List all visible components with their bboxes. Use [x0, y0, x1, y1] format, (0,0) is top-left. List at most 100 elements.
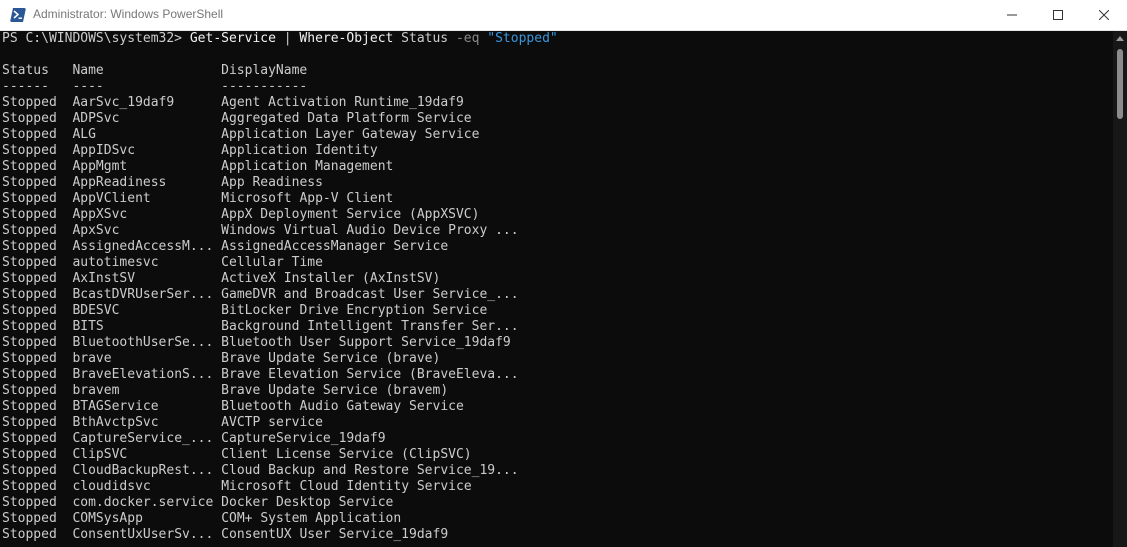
service-row: Stopped BcastDVRUserSer... GameDVR and B… [2, 287, 519, 303]
service-name: ADPSvc [72, 111, 120, 126]
service-name: AarSvc_19daf9 [72, 95, 175, 110]
maximize-button[interactable] [1035, 0, 1081, 30]
service-status: Stopped [2, 287, 57, 302]
service-display-name: Cellular Time [221, 255, 323, 270]
service-status: Stopped [2, 479, 57, 494]
service-display-name: Brave Elevation Service (BraveEleva... [221, 367, 519, 382]
service-display-name: Microsoft Cloud Identity Service [221, 479, 472, 494]
scroll-up-arrow-icon[interactable] [1116, 36, 1124, 41]
service-name: autotimesvc [72, 255, 159, 270]
service-name: AppXSvc [72, 207, 128, 222]
service-name: ApxSvc [72, 223, 120, 238]
service-display-name: Cloud Backup and Restore Service_19... [221, 463, 519, 478]
window-title: Administrator: Windows PowerShell [33, 7, 224, 21]
service-name: COMSysApp [72, 511, 143, 526]
service-name: AppIDSvc [72, 143, 136, 158]
service-name: ConsentUxUserSv... [72, 527, 214, 542]
table-separator: ------ ---- ----------- [2, 79, 308, 94]
service-name: cloudidsvc [72, 479, 151, 494]
minimize-button[interactable] [989, 0, 1035, 30]
service-name: BDESVC [72, 303, 120, 318]
service-status: Stopped [2, 319, 57, 334]
service-name: brave [72, 351, 112, 366]
console-output[interactable]: PS C:\WINDOWS\system32> Get-Service | Wh… [0, 31, 1113, 547]
service-row: Stopped ApxSvc Windows Virtual Audio Dev… [2, 223, 519, 239]
service-status: Stopped [2, 463, 57, 478]
service-status: Stopped [2, 191, 57, 206]
service-name: BcastDVRUserSer... [72, 287, 214, 302]
service-display-name: Brave Update Service (brave) [221, 351, 441, 366]
service-row: Stopped CaptureService_... CaptureServic… [2, 431, 386, 447]
service-status: Stopped [2, 399, 57, 414]
table-header: Status Name DisplayName [2, 63, 308, 78]
service-name: AxInstSV [72, 271, 136, 286]
string-value: "Stopped" [479, 31, 558, 46]
service-status: Stopped [2, 271, 57, 286]
service-status: Stopped [2, 351, 57, 366]
service-row: Stopped brave Brave Update Service (brav… [2, 351, 440, 367]
service-row: Stopped BraveElevationS... Brave Elevati… [2, 367, 519, 383]
service-display-name: Application Identity [221, 143, 378, 158]
command-prompt-line: PS C:\WINDOWS\system32> Get-Service | Wh… [2, 31, 558, 47]
title-bar[interactable]: Administrator: Windows PowerShell [0, 0, 1127, 31]
service-name: BTAGService [72, 399, 159, 414]
service-name: CaptureService_... [72, 431, 214, 446]
service-display-name: CaptureService_19daf9 [221, 431, 386, 446]
service-row: Stopped cloudidsvc Microsoft Cloud Ident… [2, 479, 472, 495]
service-display-name: Brave Update Service (bravem) [221, 383, 449, 398]
service-row: Stopped AssignedAccessM... AssignedAcces… [2, 239, 448, 255]
close-button[interactable] [1081, 0, 1127, 30]
service-status: Stopped [2, 303, 57, 318]
service-row: Stopped com.docker.service Docker Deskto… [2, 495, 393, 511]
service-display-name: Application Layer Gateway Service [221, 127, 480, 142]
service-display-name: Bluetooth User Support Service_19daf9 [221, 335, 511, 350]
service-display-name: AppX Deployment Service (AppXSVC) [221, 207, 480, 222]
service-row: Stopped ALG Application Layer Gateway Se… [2, 127, 479, 143]
service-display-name: Application Management [221, 159, 394, 174]
service-name: AssignedAccessM... [72, 239, 214, 254]
comparison-operator: -eq [455, 31, 480, 46]
service-row: Stopped BthAvctpSvc AVCTP service [2, 415, 323, 431]
service-row: Stopped AppVClient Microsoft App-V Clien… [2, 191, 393, 207]
vertical-scrollbar[interactable] [1113, 31, 1127, 547]
service-row: Stopped BluetoothUserSe... Bluetooth Use… [2, 335, 511, 351]
service-status: Stopped [2, 447, 57, 462]
service-row: Stopped AppReadiness App Readiness [2, 175, 323, 191]
service-display-name: Docker Desktop Service [221, 495, 394, 510]
service-row: Stopped AxInstSV ActiveX Installer (AxIn… [2, 271, 440, 287]
service-status: Stopped [2, 415, 57, 430]
service-name: BITS [72, 319, 104, 334]
service-row: Stopped AppXSvc AppX Deployment Service … [2, 207, 479, 223]
service-name: AppReadiness [72, 175, 167, 190]
close-icon [1099, 10, 1109, 20]
cmdlet-name: Get-Service [189, 31, 276, 46]
service-status: Stopped [2, 335, 57, 350]
service-status: Stopped [2, 383, 57, 398]
service-row: Stopped BDESVC BitLocker Drive Encryptio… [2, 303, 487, 319]
service-name: BluetoothUserSe... [72, 335, 214, 350]
service-status: Stopped [2, 159, 57, 174]
prompt-path: PS C:\WINDOWS\system32> [2, 31, 190, 46]
service-display-name: COM+ System Application [221, 511, 402, 526]
service-row: Stopped AppIDSvc Application Identity [2, 143, 378, 159]
service-row: Stopped bravem Brave Update Service (bra… [2, 383, 448, 399]
service-display-name: Microsoft App-V Client [221, 191, 394, 206]
powershell-icon [10, 8, 26, 22]
service-status: Stopped [2, 95, 57, 110]
service-row: Stopped CloudBackupRest... Cloud Backup … [2, 463, 519, 479]
scroll-thumb[interactable] [1117, 49, 1123, 119]
service-status: Stopped [2, 127, 57, 142]
service-status: Stopped [2, 511, 57, 526]
service-status: Stopped [2, 239, 57, 254]
service-display-name: GameDVR and Broadcast User Service_... [221, 287, 519, 302]
service-row: Stopped COMSysApp COM+ System Applicatio… [2, 511, 401, 527]
maximize-icon [1053, 10, 1063, 20]
service-display-name: Agent Activation Runtime_19daf9 [221, 95, 464, 110]
service-status: Stopped [2, 495, 57, 510]
service-name: AppVClient [72, 191, 151, 206]
service-name: BthAvctpSvc [72, 415, 159, 430]
filter-cmdlet: Where-Object [299, 31, 394, 46]
service-row: Stopped ConsentUxUserSv... ConsentUX Use… [2, 527, 448, 543]
service-display-name: BitLocker Drive Encryption Service [221, 303, 488, 318]
service-display-name: Bluetooth Audio Gateway Service [221, 399, 464, 414]
